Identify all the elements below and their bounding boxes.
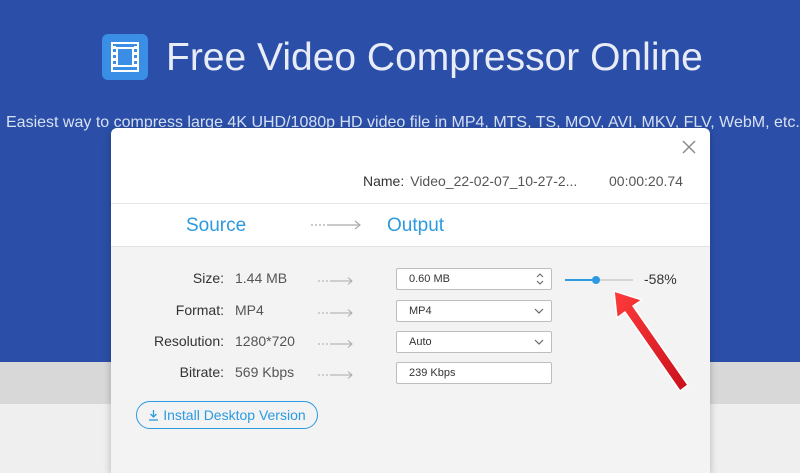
arrow-right-icon [318, 336, 354, 354]
file-name-row: Name: Video_22-02-07_10-27-2... [363, 173, 577, 189]
format-value: MP4 [409, 305, 432, 317]
close-icon[interactable] [680, 138, 698, 156]
file-name: Video_22-02-07_10-27-2... [410, 173, 578, 189]
source-resolution: 1280*720 [235, 333, 295, 349]
resolution-value: Auto [409, 336, 432, 348]
download-icon [148, 407, 163, 423]
output-size-stepper[interactable]: 0.60 MB [396, 268, 552, 290]
arrow-right-icon [311, 218, 363, 236]
source-bitrate: 569 Kbps [235, 364, 295, 380]
size-label: Size: [192, 270, 224, 286]
bitrate-field[interactable]: 239 Kbps [396, 362, 552, 384]
install-desktop-button[interactable]: Install Desktop Version [136, 401, 318, 429]
compression-slider[interactable] [565, 274, 633, 286]
resolution-select[interactable]: Auto [396, 331, 552, 353]
install-label: Install Desktop Version [163, 407, 306, 423]
video-duration: 00:00:20.74 [609, 173, 683, 189]
bitrate-label: Bitrate: [179, 364, 224, 380]
source-size: 1.44 MB [235, 270, 288, 286]
app-title: Free Video Compressor Online [166, 36, 703, 79]
output-size-value: 0.60 MB [409, 273, 450, 285]
film-strip-icon [102, 34, 148, 80]
chevron-down-icon[interactable] [534, 337, 544, 349]
tab-output: Output [387, 215, 445, 236]
format-label: Format: [175, 302, 224, 318]
slider-handle[interactable] [592, 276, 600, 284]
arrow-right-icon [318, 273, 354, 291]
arrow-right-icon [318, 305, 354, 323]
resolution-label: Resolution: [153, 333, 224, 349]
format-select[interactable]: MP4 [396, 300, 552, 322]
compress-dialog: Name: Video_22-02-07_10-27-2... 00:00:20.… [111, 128, 710, 473]
divider [111, 203, 710, 204]
arrow-right-icon [318, 367, 354, 385]
source-format: MP4 [235, 302, 264, 318]
bitrate-value: 239 Kbps [409, 367, 456, 379]
up-down-chevron-icon[interactable] [536, 273, 544, 288]
tab-source: Source [186, 215, 247, 236]
chevron-down-icon[interactable] [534, 306, 544, 318]
compression-percent: -58% [644, 271, 677, 287]
name-label: Name: [363, 173, 405, 189]
